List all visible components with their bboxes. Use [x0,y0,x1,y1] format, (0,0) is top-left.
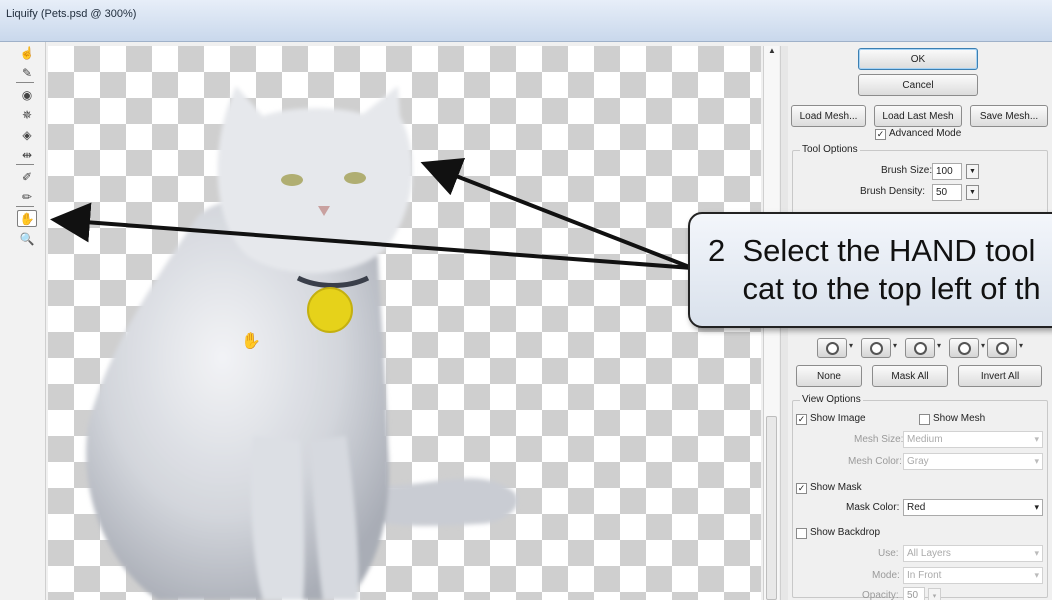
load-mesh-button[interactable]: Load Mesh... [791,105,866,127]
cat-right-eye [344,172,366,184]
mesh-size-select[interactable]: Medium [903,431,1043,448]
intersect-mask-button[interactable] [949,338,979,358]
window-title: Liquify (Pets.psd @ 300%) [6,8,137,20]
invert-mask-button[interactable] [987,338,1017,358]
advanced-mode-label: Advanced Mode [889,128,962,139]
load-last-mesh-button[interactable]: Load Last Mesh [874,105,962,127]
invert-all-button[interactable]: Invert All [958,365,1042,387]
scroll-thumb[interactable] [766,416,777,600]
replace-selection-button[interactable] [817,338,847,358]
add-to-mask-button[interactable] [861,338,891,358]
freeze-mask-tool-icon[interactable]: ✐ [17,168,37,185]
title-bar: Liquify (Pets.psd @ 300%) [0,0,1052,42]
dropdown-arrow-icon: ▾ [937,341,942,350]
show-mesh-label: Show Mesh [933,413,986,424]
mask-color-select[interactable]: Red [903,499,1043,516]
mask-all-button[interactable]: Mask All [872,365,948,387]
use-select[interactable]: All Layers [903,545,1043,562]
tool-separator [16,206,34,207]
instruction-callout: 2 Select the HAND tool cat to the top le… [688,212,1052,328]
show-backdrop-label: Show Backdrop [810,527,881,538]
brush-size-dropdown[interactable]: ▼ [966,164,979,179]
brush-size-input[interactable]: 100 [932,163,962,180]
tool-separator [16,82,34,83]
mesh-color-select[interactable]: Gray [903,453,1043,470]
mesh-color-label: Mesh Color: [848,456,902,467]
tool-options-title: Tool Options [800,144,860,155]
save-mesh-button[interactable]: Save Mesh... [970,105,1048,127]
opacity-input[interactable]: 50 [903,587,925,600]
dropdown-arrow-icon: ▾ [893,341,898,350]
hand-tool-icon[interactable]: ✋ [17,210,37,227]
brush-density-dropdown[interactable]: ▼ [966,185,979,200]
mode-select[interactable]: In Front [903,567,1043,584]
use-label: Use: [878,548,899,559]
show-backdrop-checkbox[interactable] [796,528,807,539]
mode-label: Mode: [872,570,900,581]
show-image-checkbox[interactable]: ✓ [796,414,807,425]
subtract-from-mask-button[interactable] [905,338,935,358]
brush-density-label: Brush Density: [860,186,926,197]
dropdown-arrow-icon: ▾ [849,341,854,350]
brush-size-label: Brush Size: [881,165,933,176]
thaw-mask-tool-icon[interactable]: ✏ [17,188,37,205]
opacity-label: Opacity: [862,590,899,600]
bloat-tool-icon[interactable]: ◈ [17,126,37,143]
cat-name-tag [307,287,353,333]
none-button[interactable]: None [796,365,862,387]
pucker-tool-icon[interactable]: ✵ [17,106,37,123]
reconstruct-tool-icon[interactable]: ✎ [17,64,37,81]
opacity-dropdown[interactable]: ▾ [928,588,941,600]
zoom-tool-icon[interactable]: 🔍 [17,230,37,247]
hand-cursor-icon: ✋ [241,331,261,350]
mask-color-label: Mask Color: [846,502,900,513]
mesh-size-label: Mesh Size: [854,434,904,445]
cat-left-eye [281,174,303,186]
brush-density-input[interactable]: 50 [932,184,962,201]
tool-separator [16,164,34,165]
show-mask-label: Show Mask [810,482,862,493]
dropdown-arrow-icon: ▾ [981,341,986,350]
tool-palette: ☝ ✎ ◉ ✵ ◈ ⇹ ✐ ✏ ✋ 🔍 [0,42,46,600]
cat-image: ✋ [86,86,518,600]
liquify-window: Liquify (Pets.psd @ 300%) ☝ ✎ ◉ ✵ ◈ ⇹ ✐ … [0,0,1052,600]
cancel-button[interactable]: Cancel [858,74,978,96]
scroll-up-arrow-icon[interactable]: ▲ [768,46,776,55]
preview-canvas[interactable]: ✋ [48,46,761,600]
show-mask-checkbox[interactable]: ✓ [796,483,807,494]
show-mesh-checkbox[interactable] [919,414,930,425]
dropdown-arrow-icon: ▾ [1019,341,1024,350]
push-left-tool-icon[interactable]: ⇹ [17,146,37,163]
forward-warp-tool-icon[interactable]: ☝ [17,44,37,61]
callout-text: 2 Select the HAND tool cat to the top le… [708,233,1041,306]
ok-button[interactable]: OK [858,48,978,70]
twirl-tool-icon[interactable]: ◉ [17,86,37,103]
advanced-mode-checkbox[interactable]: ✓ [875,129,886,140]
view-options-title: View Options [800,394,863,405]
show-image-label: Show Image [810,413,866,424]
